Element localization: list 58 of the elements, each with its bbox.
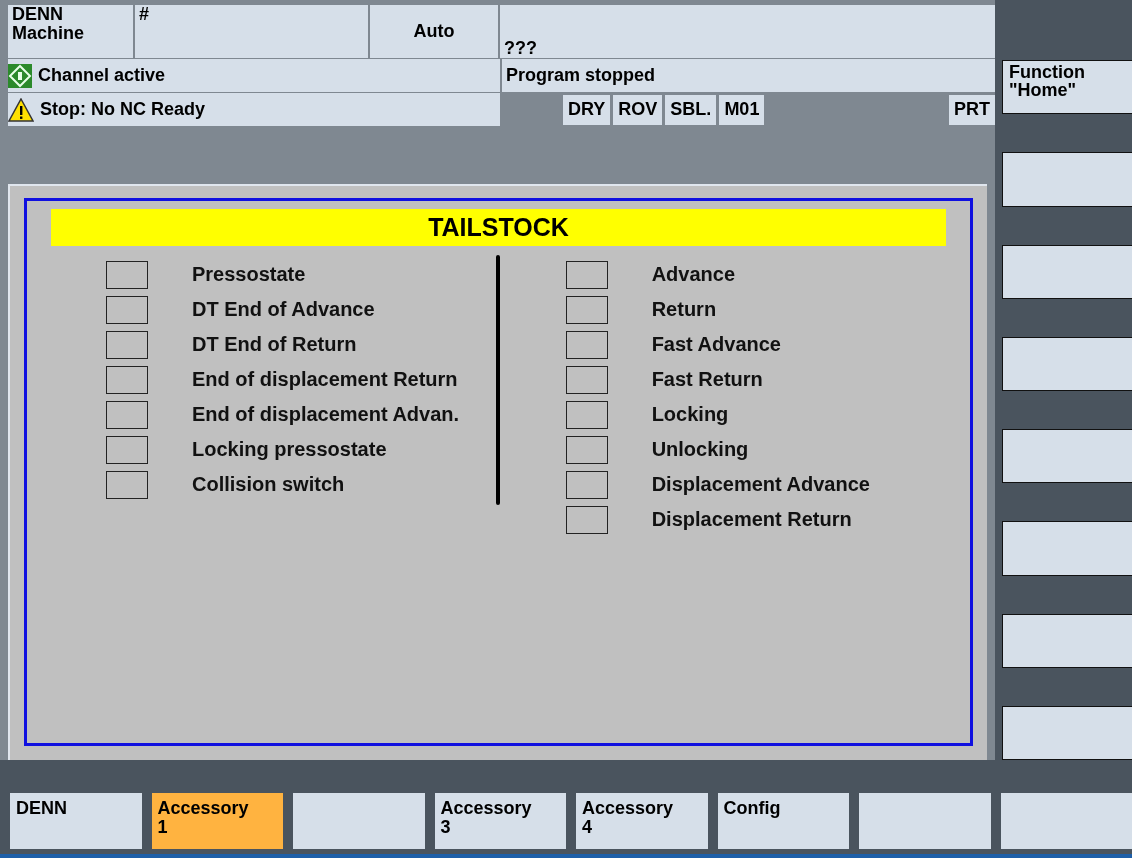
alarm-text: Stop: No NC Ready bbox=[40, 100, 205, 119]
signal-label: Displacement Return bbox=[651, 508, 852, 531]
softkey[interactable]: Function "Home" bbox=[1002, 60, 1132, 115]
channel-status-text: Channel active bbox=[38, 66, 166, 85]
warning-icon bbox=[8, 97, 34, 122]
indicator-lamp bbox=[565, 435, 608, 464]
program-path: # bbox=[135, 5, 368, 58]
blank-softkey[interactable] bbox=[1002, 429, 1132, 484]
indicator-lamp bbox=[106, 435, 148, 464]
signal-label: Pressostate bbox=[192, 263, 306, 286]
signal-label: Collision switch bbox=[192, 473, 345, 496]
indicator-lamp bbox=[565, 330, 608, 359]
indicator-lamp bbox=[106, 260, 148, 289]
softkey[interactable]: Config bbox=[717, 793, 849, 849]
indicator-lamp bbox=[565, 365, 608, 394]
signal-label: Locking pressostate bbox=[192, 438, 387, 461]
program-status: Program stopped bbox=[502, 59, 995, 92]
signal-label: Unlocking bbox=[651, 438, 749, 461]
softkey[interactable]: Accessory 1 bbox=[151, 793, 283, 849]
signal-label: Advance bbox=[651, 263, 736, 286]
blank-softkey[interactable] bbox=[1002, 705, 1132, 760]
program-flag: DRY bbox=[563, 94, 611, 125]
signal-label: DT End of Advance bbox=[192, 298, 375, 321]
indicator-lamp bbox=[106, 400, 148, 429]
channel-active-icon bbox=[8, 63, 32, 88]
blank-softkey[interactable] bbox=[1002, 244, 1132, 299]
program-name: ??? bbox=[500, 5, 995, 58]
blank-softkey[interactable] bbox=[1002, 336, 1132, 391]
machine-label: DENN Machine bbox=[8, 5, 133, 58]
signal-label: Return bbox=[651, 298, 717, 321]
indicator-lamp bbox=[106, 295, 148, 324]
blank-softkey[interactable] bbox=[1002, 152, 1132, 207]
program-flag: M01 bbox=[719, 94, 765, 125]
signal-label: DT End of Return bbox=[192, 333, 357, 356]
signal-label: Displacement Advance bbox=[651, 473, 870, 496]
blank-softkey[interactable] bbox=[1002, 613, 1132, 668]
mode-label: Auto bbox=[370, 5, 498, 58]
indicator-lamp bbox=[106, 470, 148, 499]
indicator-lamp bbox=[106, 330, 148, 359]
panel-title: TAILSTOCK bbox=[51, 209, 946, 246]
program-flag: SBL. bbox=[665, 94, 717, 125]
print-flag: PRT bbox=[949, 94, 995, 125]
blank-softkey[interactable] bbox=[1002, 521, 1132, 576]
softkey[interactable]: Accessory 3 bbox=[434, 793, 566, 849]
program-flag: ROV bbox=[613, 94, 663, 125]
signal-label: End of displacement Advan. bbox=[192, 403, 460, 426]
softkey[interactable]: Accessory 4 bbox=[576, 793, 708, 849]
indicator-lamp bbox=[565, 295, 608, 324]
signal-label: Fast Return bbox=[651, 368, 763, 391]
indicator-lamp bbox=[565, 400, 608, 429]
indicator-lamp bbox=[565, 505, 608, 534]
indicator-lamp bbox=[106, 365, 148, 394]
signal-label: End of displacement Return bbox=[192, 368, 458, 391]
indicator-lamp bbox=[565, 260, 608, 289]
softkey[interactable]: DENN bbox=[10, 793, 142, 849]
signal-label: Fast Advance bbox=[651, 333, 781, 356]
signal-label: Locking bbox=[651, 403, 729, 426]
indicator-lamp bbox=[565, 470, 608, 499]
